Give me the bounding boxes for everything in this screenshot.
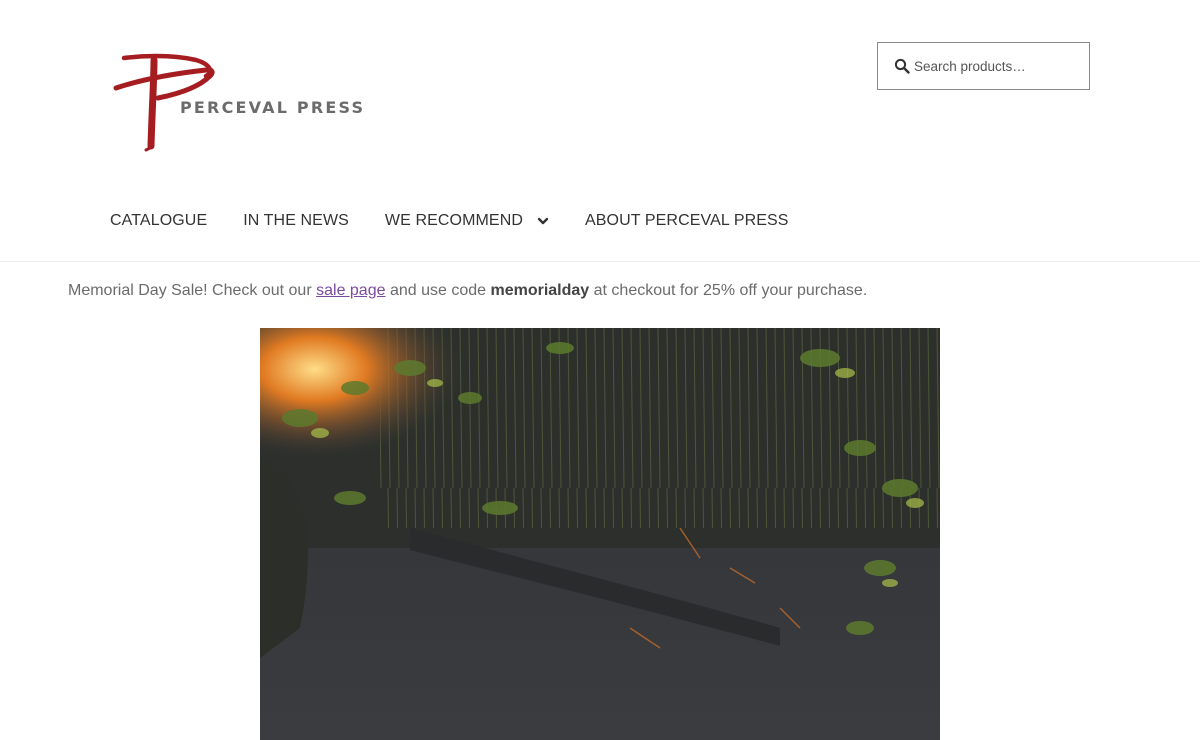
promo-lead-text: Memorial Day Sale! Check out our — [68, 282, 317, 299]
search-icon — [894, 58, 910, 74]
promo-code: memorialday — [490, 282, 590, 299]
site-logo[interactable]: PERCEVAL PRESS — [110, 50, 363, 160]
nav-item-catalogue[interactable]: CATALOGUE — [110, 212, 207, 230]
site-name: PERCEVAL PRESS — [180, 98, 366, 117]
promo-middle-text: and use code — [385, 282, 491, 299]
nav-item-label: CATALOGUE — [110, 212, 208, 229]
nav-item-about-perceval-press[interactable]: ABOUT PERCEVAL PRESS — [585, 212, 789, 230]
nav-item-label: ABOUT PERCEVAL PRESS — [585, 212, 789, 229]
sale-page-link[interactable]: sale page — [316, 282, 385, 299]
promo-tail-text: at checkout for 25% off your purchase. — [589, 282, 868, 299]
search-input[interactable] — [914, 44, 1084, 88]
nav-item-we-recommend[interactable]: WE RECOMMEND — [385, 212, 549, 230]
hero-image — [260, 328, 940, 740]
primary-navigation: CATALOGUE IN THE NEWS WE RECOMMEND ABOUT… — [110, 207, 789, 235]
product-search[interactable] — [877, 42, 1090, 90]
nav-item-in-the-news[interactable]: IN THE NEWS — [243, 212, 349, 230]
chevron-down-icon[interactable] — [537, 215, 549, 227]
site-header: PERCEVAL PRESS CATALOGUE IN THE NEWS WE … — [0, 0, 1200, 262]
hero-photo-pond-reeds — [260, 328, 940, 740]
promo-banner: Memorial Day Sale! Check out our sale pa… — [68, 282, 867, 300]
nav-item-label: IN THE NEWS — [243, 212, 349, 229]
nav-item-label: WE RECOMMEND — [384, 212, 524, 229]
